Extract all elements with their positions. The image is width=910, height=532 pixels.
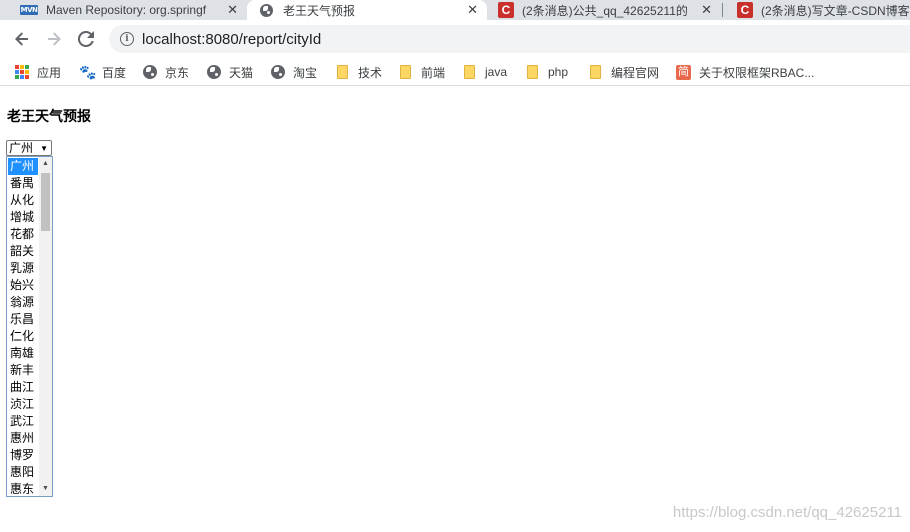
back-arrow-icon bbox=[15, 32, 28, 46]
bookmarks-bar: 应用 🐾 百度 京东 天猫 淘宝 技术 前端 java php 编程官网 简 关… bbox=[0, 58, 910, 86]
address-bar[interactable]: i localhost:8080/report/cityId bbox=[109, 25, 910, 53]
bookmark-folder-php[interactable]: php bbox=[527, 63, 568, 81]
city-option[interactable]: 新丰 bbox=[8, 362, 38, 379]
city-option[interactable]: 武江 bbox=[8, 413, 38, 430]
tab-title: Maven Repository: org.springf bbox=[46, 3, 207, 17]
close-icon[interactable]: ✕ bbox=[701, 2, 712, 18]
bookmark-folder-java[interactable]: java bbox=[464, 63, 507, 81]
bookmark-label: 关于权限框架RBAC... bbox=[699, 65, 815, 80]
tab-maven-repository[interactable]: MVN Maven Repository: org.springf ✕ bbox=[0, 0, 246, 20]
back-button[interactable] bbox=[10, 27, 34, 51]
city-options: 广州 番禺 从化 增城 花都 韶关 乳源 始兴 翁源 乐昌 仁化 南雄 新丰 曲江 浈江 武江 惠州 博罗 惠阳 惠东 bbox=[8, 158, 38, 496]
bookmark-folder-tech[interactable]: 技术 bbox=[337, 63, 382, 81]
scrollbar-thumb[interactable] bbox=[41, 173, 50, 231]
forward-arrow-icon bbox=[48, 32, 61, 46]
bookmark-label: 天猫 bbox=[229, 65, 254, 80]
bookmark-label: 应用 bbox=[37, 65, 62, 80]
city-option[interactable]: 仁化 bbox=[8, 328, 38, 345]
city-option[interactable]: 始兴 bbox=[8, 277, 38, 294]
baidu-paw-icon: 🐾 bbox=[79, 63, 97, 80]
city-option[interactable]: 广州 bbox=[8, 158, 38, 175]
folder-icon bbox=[400, 65, 411, 79]
folder-icon bbox=[590, 65, 601, 79]
city-option[interactable]: 增城 bbox=[8, 209, 38, 226]
city-option[interactable]: 惠州 bbox=[8, 430, 38, 447]
bookmark-label: php bbox=[548, 65, 569, 79]
bookmark-label: 编程官网 bbox=[611, 65, 660, 80]
bookmark-rbac-article[interactable]: 简 关于权限框架RBAC... bbox=[676, 63, 814, 81]
city-option[interactable]: 博罗 bbox=[8, 447, 38, 464]
bookmark-jingdong[interactable]: 京东 bbox=[143, 63, 189, 81]
tab-strip: MVN Maven Repository: org.springf ✕ 老王天气… bbox=[0, 0, 910, 20]
bookmark-folder-programming-sites[interactable]: 编程官网 bbox=[590, 63, 659, 81]
bookmark-folder-frontend[interactable]: 前端 bbox=[400, 63, 445, 81]
scroll-up-arrow-icon[interactable]: ▲ bbox=[39, 157, 52, 171]
dropdown-scrollbar[interactable]: ▲ ▼ bbox=[39, 157, 52, 496]
tab-csdn-write[interactable]: C (2条消息)写文章-CSDN博客 bbox=[729, 0, 910, 20]
bookmark-baidu[interactable]: 🐾 百度 bbox=[79, 63, 126, 81]
city-option[interactable]: 南雄 bbox=[8, 345, 38, 362]
city-option[interactable]: 乳源 bbox=[8, 260, 38, 277]
bookmark-tmall[interactable]: 天猫 bbox=[207, 63, 253, 81]
scroll-down-arrow-icon[interactable]: ▼ bbox=[39, 482, 52, 496]
globe-icon bbox=[260, 3, 273, 17]
tab-separator bbox=[722, 3, 723, 17]
city-dropdown-list[interactable]: 广州 番禺 从化 增城 花都 韶关 乳源 始兴 翁源 乐昌 仁化 南雄 新丰 曲江 浈江 武江 惠州 博罗 惠阳 惠东… bbox=[6, 156, 53, 497]
dropdown-arrow-icon: ▼ bbox=[40, 143, 48, 153]
csdn-icon: C bbox=[498, 2, 514, 18]
bookmark-label: 淘宝 bbox=[293, 65, 318, 80]
city-option[interactable]: 惠东 bbox=[8, 481, 38, 496]
city-option[interactable]: 惠阳 bbox=[8, 464, 38, 481]
apps-icon bbox=[15, 65, 29, 79]
maven-icon: MVN bbox=[20, 5, 38, 15]
city-option[interactable]: 浈江 bbox=[8, 396, 38, 413]
browser-toolbar: i localhost:8080/report/cityId bbox=[0, 20, 910, 58]
close-icon[interactable]: ✕ bbox=[467, 2, 478, 18]
tab-title: 老王天气预报 bbox=[283, 3, 356, 18]
watermark: https://blog.csdn.net/qq_42625211 bbox=[672, 504, 902, 521]
city-select[interactable]: 广州 ▼ bbox=[6, 140, 52, 156]
bookmark-label: java bbox=[485, 65, 508, 79]
info-icon[interactable]: i bbox=[120, 32, 134, 46]
jianshu-icon: 简 bbox=[676, 64, 691, 80]
city-option[interactable]: 从化 bbox=[8, 192, 38, 209]
bookmark-label: 前端 bbox=[421, 65, 446, 80]
page-title: 老王天气预报 bbox=[7, 109, 91, 125]
city-option[interactable]: 翁源 bbox=[8, 294, 38, 311]
tab-title: (2条消息)写文章-CSDN博客 bbox=[761, 3, 910, 18]
city-option[interactable]: 乐昌 bbox=[8, 311, 38, 328]
folder-icon bbox=[464, 65, 475, 79]
reload-icon bbox=[78, 31, 94, 47]
globe-icon bbox=[207, 65, 221, 79]
folder-icon bbox=[527, 65, 538, 79]
city-option[interactable]: 花都 bbox=[8, 226, 38, 243]
bookmark-label: 京东 bbox=[165, 65, 190, 80]
tab-csdn-messages[interactable]: C (2条消息)公共_qq_42625211的 ✕ bbox=[490, 0, 718, 20]
bookmark-taobao[interactable]: 淘宝 bbox=[271, 63, 317, 81]
url-text[interactable]: localhost:8080/report/cityId bbox=[142, 31, 321, 48]
globe-icon bbox=[271, 65, 285, 79]
bookmark-apps[interactable]: 应用 bbox=[15, 63, 61, 81]
city-option[interactable]: 曲江 bbox=[8, 379, 38, 396]
city-option[interactable]: 韶关 bbox=[8, 243, 38, 260]
forward-button[interactable] bbox=[42, 27, 66, 51]
bookmark-label: 百度 bbox=[102, 65, 127, 80]
folder-icon bbox=[337, 65, 348, 79]
reload-button[interactable] bbox=[74, 27, 98, 51]
bookmark-label: 技术 bbox=[358, 65, 383, 80]
tab-weather-report[interactable]: 老王天气预报 ✕ bbox=[247, 0, 487, 20]
close-icon[interactable]: ✕ bbox=[227, 2, 238, 18]
city-select-value: 广州 bbox=[9, 141, 34, 155]
globe-icon bbox=[143, 65, 157, 79]
tab-title: (2条消息)公共_qq_42625211的 bbox=[522, 3, 688, 18]
city-option[interactable]: 番禺 bbox=[8, 175, 38, 192]
csdn-icon: C bbox=[737, 2, 753, 18]
